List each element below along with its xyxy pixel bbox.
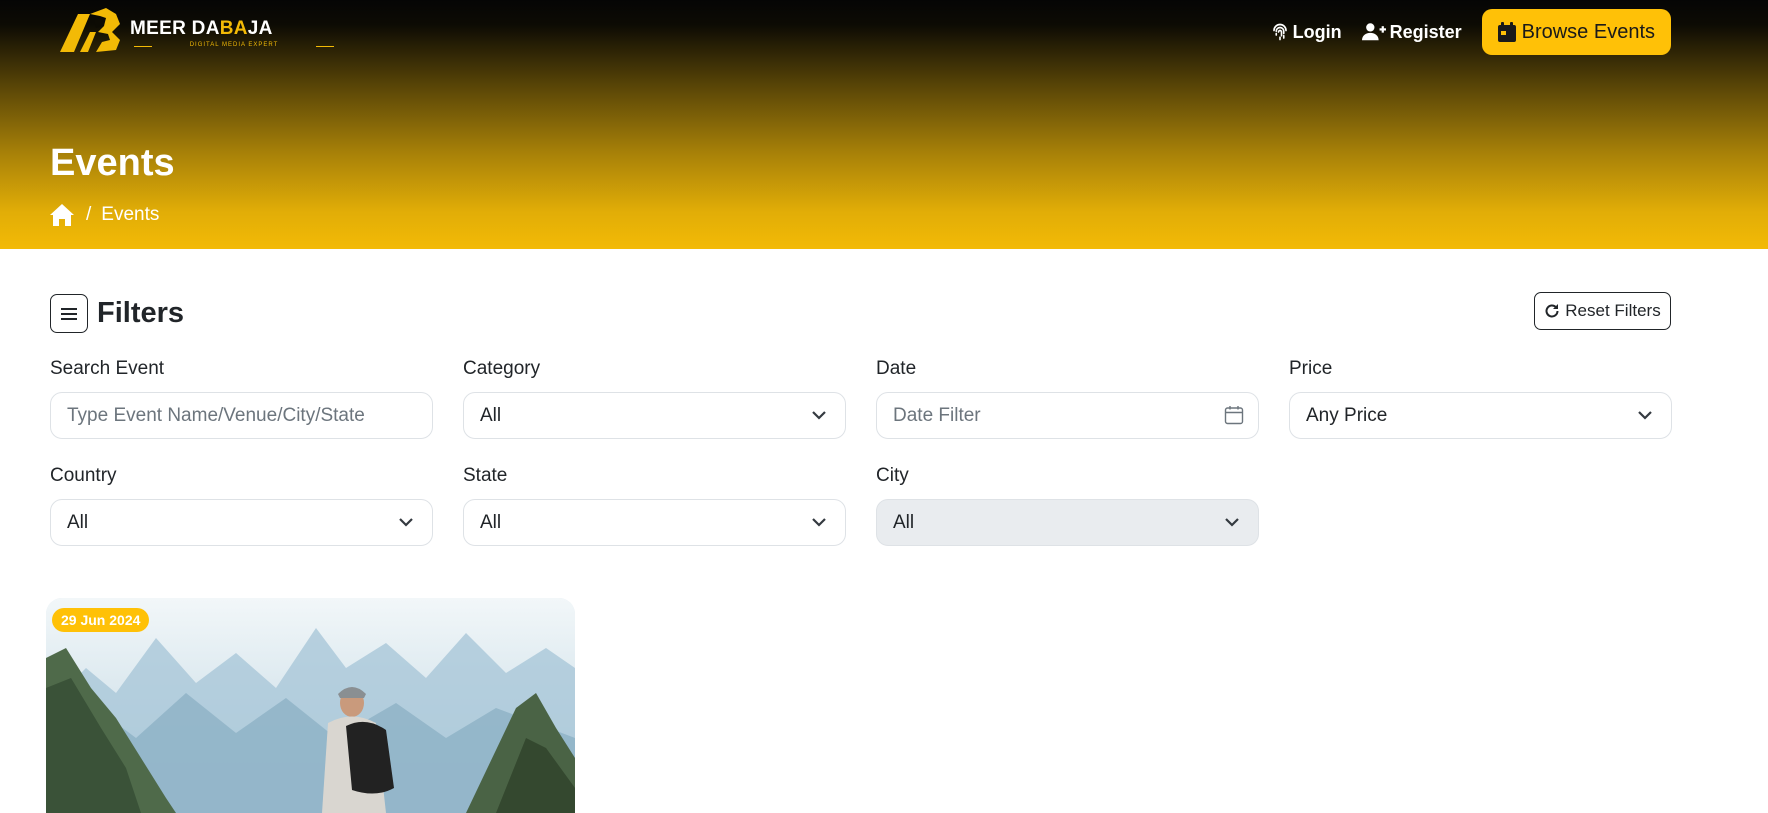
date-label: Date bbox=[876, 358, 917, 379]
breadcrumb: / Events bbox=[50, 204, 159, 226]
state-value: All bbox=[480, 511, 502, 533]
reset-filters-label: Reset Filters bbox=[1565, 301, 1661, 320]
brand-logo-mark-icon bbox=[60, 8, 120, 52]
brand-logo[interactable]: MEER DABAJA DIGITAL MEDIA EXPERT bbox=[60, 6, 334, 54]
fingerprint-icon bbox=[1272, 23, 1287, 41]
event-date-badge: 29 Jun 2024 bbox=[52, 608, 150, 632]
hero-header: MEER DABAJA DIGITAL MEDIA EXPERT Login R… bbox=[0, 0, 1768, 249]
country-select[interactable]: All bbox=[50, 499, 433, 546]
price-value: Any Price bbox=[1306, 404, 1388, 426]
reset-filters-button[interactable]: Reset Filters bbox=[1534, 292, 1671, 330]
state-label: State bbox=[463, 465, 508, 486]
state-select[interactable]: All bbox=[463, 499, 846, 546]
country-label: Country bbox=[50, 465, 117, 486]
breadcrumb-separator: / bbox=[86, 204, 92, 225]
search-event-label: Search Event bbox=[50, 358, 165, 379]
calendar-icon bbox=[1497, 22, 1516, 42]
city-field: City All bbox=[876, 465, 1259, 546]
filters-header: Filters bbox=[50, 294, 184, 333]
category-value: All bbox=[480, 404, 502, 426]
date-control bbox=[876, 392, 1259, 439]
price-select[interactable]: Any Price bbox=[1289, 392, 1672, 439]
country-field: Country All bbox=[50, 465, 433, 546]
user-plus-icon bbox=[1361, 23, 1386, 41]
login-link[interactable]: Login bbox=[1271, 22, 1342, 43]
chevron-down-icon bbox=[399, 518, 413, 527]
filters-toggle-button[interactable] bbox=[50, 294, 88, 333]
country-value: All bbox=[67, 511, 89, 533]
home-icon[interactable] bbox=[50, 204, 74, 226]
page-title: Events bbox=[50, 142, 175, 184]
price-label: Price bbox=[1289, 358, 1333, 379]
breadcrumb-current: Events bbox=[101, 204, 160, 225]
category-select[interactable]: All bbox=[463, 392, 846, 439]
browse-events-button[interactable]: Browse Events bbox=[1481, 9, 1671, 55]
date-field: Date bbox=[876, 358, 1259, 439]
city-label: City bbox=[876, 465, 909, 486]
calendar-outline-icon[interactable] bbox=[1224, 405, 1244, 425]
chevron-down-icon bbox=[812, 518, 826, 527]
menu-icon bbox=[61, 307, 77, 320]
brand-name: MEER DABAJA bbox=[130, 18, 273, 39]
top-nav: Login Register Browse Events bbox=[1271, 9, 1671, 55]
event-card[interactable]: 29 Jun 2024 bbox=[46, 598, 575, 813]
chevron-down-icon bbox=[1638, 411, 1652, 420]
city-value: All bbox=[893, 511, 915, 533]
chevron-down-icon bbox=[1225, 518, 1239, 527]
state-field: State All bbox=[463, 465, 846, 546]
price-field: Price Any Price bbox=[1289, 358, 1672, 439]
browse-events-label: Browse Events bbox=[1521, 20, 1655, 43]
search-event-field: Search Event bbox=[50, 358, 433, 439]
register-link[interactable]: Register bbox=[1361, 21, 1462, 43]
category-label: Category bbox=[463, 358, 541, 379]
filters-title: Filters bbox=[97, 297, 185, 329]
login-label: Login bbox=[1292, 21, 1342, 42]
search-event-input[interactable] bbox=[67, 404, 416, 427]
category-field: Category All bbox=[463, 358, 846, 439]
chevron-down-icon bbox=[812, 411, 826, 420]
date-filter-input[interactable] bbox=[893, 404, 1242, 427]
city-select: All bbox=[876, 499, 1259, 546]
register-label: Register bbox=[1389, 21, 1462, 42]
brand-tagline: DIGITAL MEDIA EXPERT bbox=[130, 42, 338, 48]
refresh-icon bbox=[1545, 304, 1559, 318]
search-event-control bbox=[50, 392, 433, 439]
